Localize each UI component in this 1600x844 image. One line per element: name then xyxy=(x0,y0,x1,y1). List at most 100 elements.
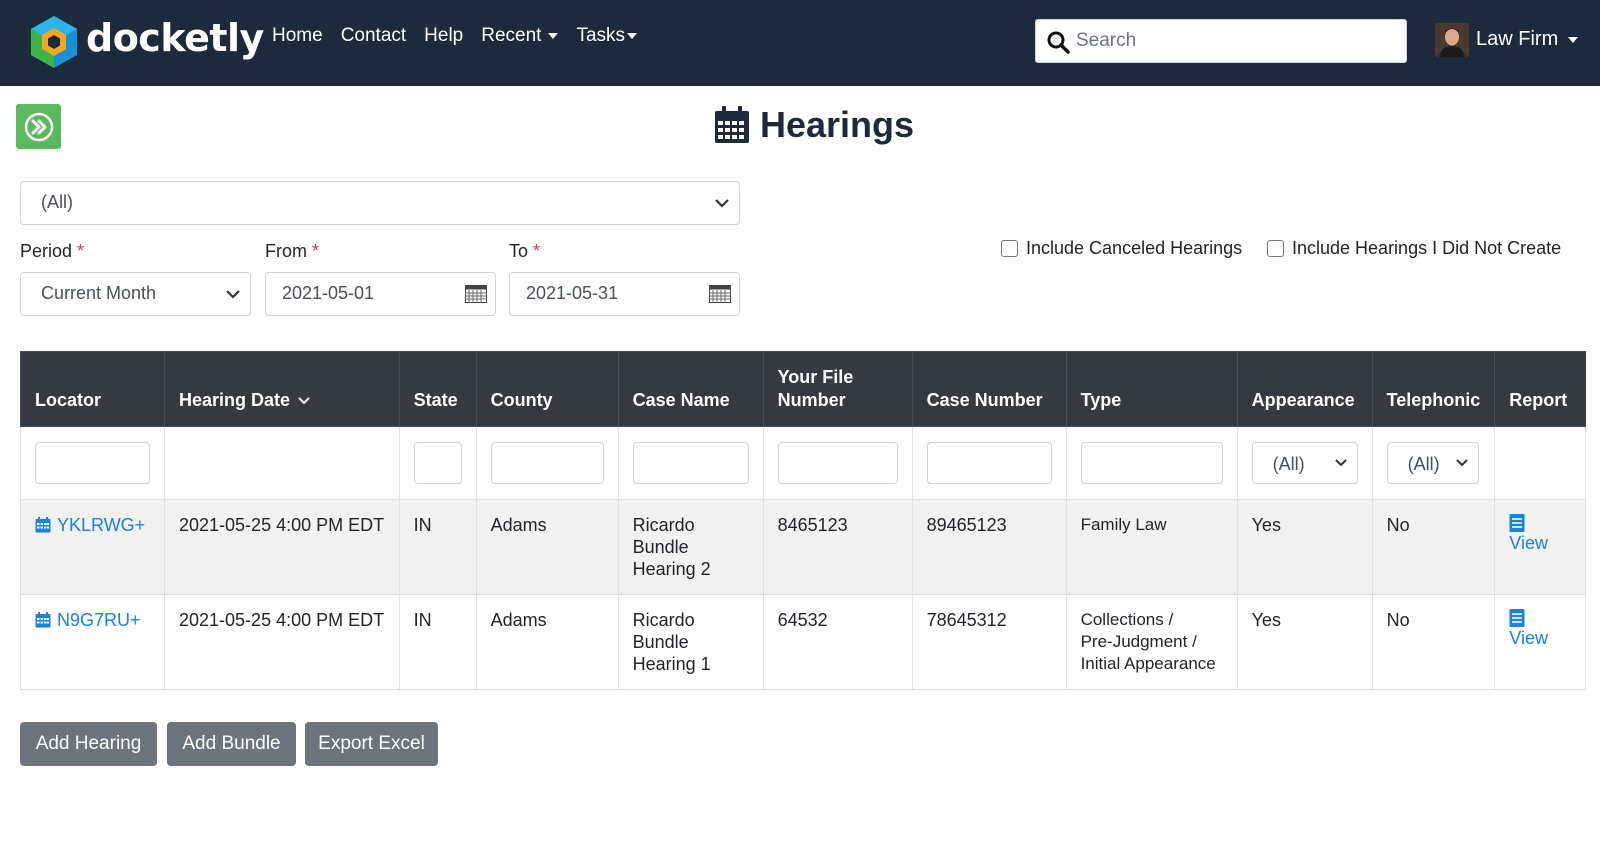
calendar-picker-icon[interactable] xyxy=(709,285,731,303)
sidebar-toggle-button[interactable] xyxy=(16,104,61,149)
state-cell: IN xyxy=(398,594,477,690)
nav-tasks-label: Tasks xyxy=(576,25,626,46)
col-appearance[interactable]: Appearance xyxy=(1236,351,1373,427)
include-not-created-label: Include Hearings I Did Not Create xyxy=(1292,238,1562,258)
appearance-cell: Yes xyxy=(1236,594,1373,690)
state-cell: IN xyxy=(398,499,477,595)
include-canceled-label: Include Canceled Hearings xyxy=(1026,238,1243,258)
from-label: From * xyxy=(265,241,320,261)
col-county[interactable]: County xyxy=(475,351,619,427)
user-photo-icon xyxy=(1435,23,1469,57)
case-number-cell: 78645312 xyxy=(911,594,1067,690)
table-row: YKLRWG+ 2021-05-25 4:00 PM EDT IN Adams … xyxy=(20,499,1586,595)
add-bundle-button[interactable]: Add Bundle xyxy=(167,722,296,766)
col-report[interactable]: Report xyxy=(1494,351,1586,427)
user-avatar[interactable] xyxy=(1435,23,1469,57)
hearing-date-cell: 2021-05-25 4:00 PM EDT xyxy=(164,594,400,690)
file-number-filter-input[interactable] xyxy=(777,442,898,484)
nav-home[interactable]: Home xyxy=(272,25,323,47)
col-locator[interactable]: Locator xyxy=(20,351,165,427)
table-row: N9G7RU+ 2021-05-25 4:00 PM EDT IN Adams … xyxy=(20,594,1586,690)
top-navbar: docketly Home Contact Help Recent Tasks … xyxy=(0,0,1600,86)
case-number-cell: 89465123 xyxy=(911,499,1067,595)
export-excel-button[interactable]: Export Excel xyxy=(305,722,438,766)
scope-select[interactable]: (All) xyxy=(20,181,740,225)
nav-tasks-dropdown[interactable]: Tasks xyxy=(576,25,638,47)
period-label: Period * xyxy=(20,241,85,261)
calendar-icon xyxy=(715,106,749,143)
sort-desc-icon xyxy=(298,397,310,405)
col-hearing-date[interactable]: Hearing Date xyxy=(164,351,400,427)
page-title: Hearings xyxy=(714,104,914,146)
table-header-row: Locator Hearing Date State County Case N… xyxy=(20,351,1586,427)
locator-filter-input[interactable] xyxy=(35,442,150,484)
telephonic-cell: No xyxy=(1371,499,1496,595)
hearing-date-cell: 2021-05-25 4:00 PM EDT xyxy=(164,499,400,595)
telephonic-cell: No xyxy=(1371,594,1496,690)
hearings-table: Locator Hearing Date State County Case N… xyxy=(20,351,1586,690)
include-not-created-checkbox[interactable]: Include Hearings I Did Not Create xyxy=(1267,238,1561,259)
period-select[interactable]: Current Month xyxy=(20,272,251,316)
col-file-number[interactable]: Your File Number xyxy=(762,351,913,427)
telephonic-filter-select[interactable]: (All) xyxy=(1386,442,1479,484)
user-menu-dropdown[interactable]: Law Firm xyxy=(1476,28,1579,51)
view-report-link[interactable]: View xyxy=(1509,514,1571,553)
locator-link[interactable]: N9G7RU+ xyxy=(35,610,141,630)
col-state[interactable]: State xyxy=(398,351,477,427)
county-cell: Adams xyxy=(475,499,619,595)
col-case-number[interactable]: Case Number xyxy=(911,351,1067,427)
view-report-link[interactable]: View xyxy=(1509,609,1571,648)
chevron-down-icon xyxy=(1455,459,1468,467)
nav-recent-label: Recent xyxy=(481,25,542,46)
caret-down-icon xyxy=(548,33,559,39)
double-chevron-right-icon xyxy=(24,112,53,141)
chevron-down-icon xyxy=(1334,459,1347,467)
document-icon xyxy=(1509,609,1525,627)
page-title-text: Hearings xyxy=(760,104,915,145)
chevron-down-icon xyxy=(226,290,240,299)
col-type[interactable]: Type xyxy=(1065,351,1238,427)
case-number-filter-input[interactable] xyxy=(926,442,1052,484)
nav-help[interactable]: Help xyxy=(424,25,463,47)
period-select-value: Current Month xyxy=(41,283,157,303)
to-date-value: 2021-05-31 xyxy=(526,283,619,303)
main-nav: Home Contact Help Recent Tasks xyxy=(272,25,655,47)
user-menu-label: Law Firm xyxy=(1476,28,1559,50)
add-hearing-button[interactable]: Add Hearing xyxy=(20,722,157,766)
type-filter-input[interactable] xyxy=(1080,442,1223,484)
from-date-input[interactable]: 2021-05-01 xyxy=(265,272,496,316)
case-name-filter-input[interactable] xyxy=(632,442,749,484)
docketly-logo-icon[interactable] xyxy=(26,14,82,70)
calendar-icon xyxy=(35,612,51,628)
checkbox-box[interactable] xyxy=(1001,240,1018,257)
case-name-cell: Ricardo Bundle Hearing 1 xyxy=(617,594,764,690)
to-label: To * xyxy=(509,241,541,261)
appearance-filter-select[interactable]: (All) xyxy=(1251,442,1358,484)
scope-select-value: (All) xyxy=(41,192,73,212)
search-box xyxy=(1035,19,1407,63)
checkbox-box[interactable] xyxy=(1267,240,1284,257)
calendar-icon xyxy=(35,517,51,533)
type-cell: Family Law xyxy=(1065,499,1238,595)
case-name-cell: Ricardo Bundle Hearing 2 xyxy=(617,499,764,595)
nav-contact[interactable]: Contact xyxy=(341,25,406,47)
search-input[interactable] xyxy=(1076,26,1396,56)
from-date-value: 2021-05-01 xyxy=(282,283,375,303)
file-number-cell: 8465123 xyxy=(762,499,913,595)
include-canceled-checkbox[interactable]: Include Canceled Hearings xyxy=(1001,238,1242,259)
brand-name[interactable]: docketly xyxy=(86,16,264,60)
locator-link[interactable]: YKLRWG+ xyxy=(35,515,145,535)
nav-recent-dropdown[interactable]: Recent xyxy=(481,25,559,47)
appearance-cell: Yes xyxy=(1236,499,1373,595)
calendar-picker-icon[interactable] xyxy=(465,285,487,303)
to-date-input[interactable]: 2021-05-31 xyxy=(509,272,740,316)
file-number-cell: 64532 xyxy=(762,594,913,690)
col-case-name[interactable]: Case Name xyxy=(617,351,764,427)
col-telephonic[interactable]: Telephonic xyxy=(1371,351,1496,427)
search-icon xyxy=(1047,31,1070,54)
county-filter-input[interactable] xyxy=(490,442,604,484)
caret-down-icon xyxy=(1568,36,1579,43)
document-icon xyxy=(1509,514,1525,532)
table-filter-row: (All) (All) xyxy=(20,426,1586,500)
state-filter-input[interactable] xyxy=(413,442,462,484)
